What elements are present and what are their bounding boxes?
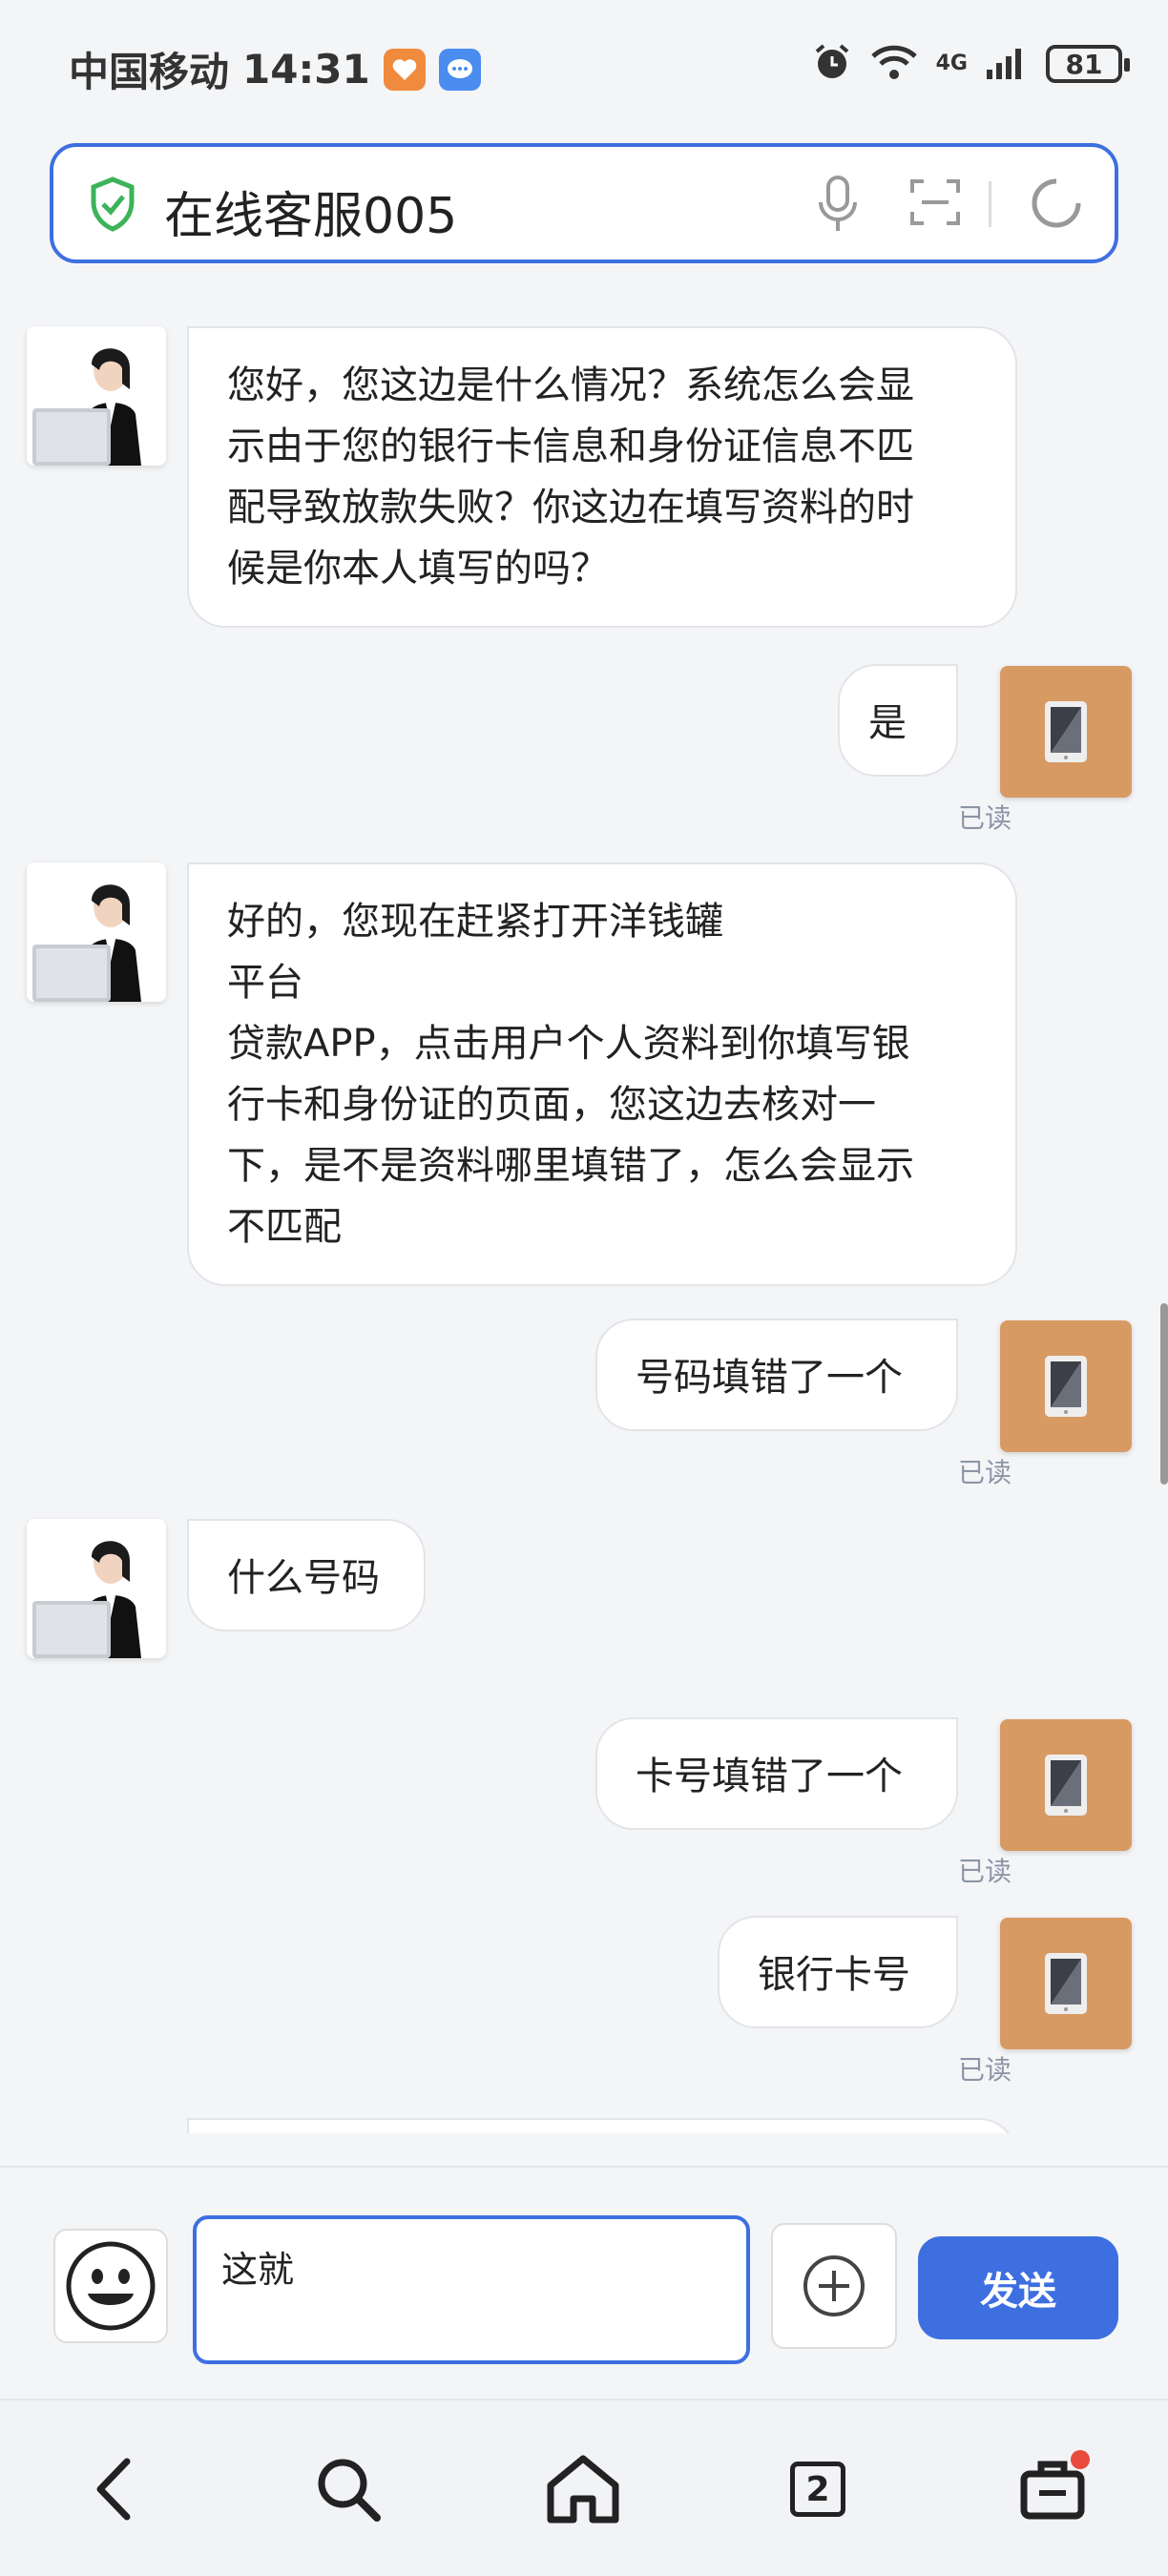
title-bar[interactable]: 在线客服005	[50, 143, 1118, 263]
user-avatar	[1000, 1320, 1132, 1452]
read-status: 已读	[958, 2054, 1012, 2086]
toolbox-button[interactable]	[1010, 2446, 1095, 2532]
agent-avatar	[27, 862, 166, 1002]
agent-message-bubble: 您好，您这边是什么情况？系统怎么会显 示由于您的银行卡信息和身份证信息不匹 配导…	[187, 326, 1017, 628]
status-bar: 中国移动 14:31 4G 81	[0, 0, 1168, 134]
read-status: 已读	[958, 1856, 1012, 1887]
page-title: 在线客服005	[164, 188, 458, 245]
signal-icon	[985, 43, 1029, 85]
agent-avatar	[27, 1519, 166, 1658]
user-avatar	[1000, 666, 1132, 798]
heart-app-icon	[383, 48, 426, 91]
chat-area[interactable]: 您好，您这边是什么情况？系统怎么会显 示由于您的银行卡信息和身份证信息不匹 配导…	[0, 292, 1168, 2133]
tabs-button[interactable]: 2	[775, 2446, 861, 2532]
user-message-bubble: 是	[838, 664, 958, 777]
home-button[interactable]	[540, 2446, 626, 2532]
message-input[interactable]	[193, 2215, 750, 2364]
agent-message-bubble: 什么号码	[187, 1519, 426, 1631]
user-avatar	[1000, 1719, 1132, 1851]
microphone-icon[interactable]	[817, 174, 859, 239]
carrier-name: 中国移动	[69, 49, 230, 95]
add-attachment-button[interactable]	[771, 2223, 897, 2349]
clock-time: 14:31	[242, 46, 370, 93]
divider	[989, 181, 991, 227]
read-status: 已读	[958, 802, 1012, 834]
tab-count: 2	[790, 2462, 845, 2517]
agent-message-bubble: 好的，您现在赶紧打开洋钱罐 平台 贷款APP，点击用户个人资料到你填写银 行卡和…	[187, 862, 1017, 1286]
agent-message-bubble-partial	[187, 2118, 1017, 2133]
notification-dot	[1071, 2450, 1090, 2469]
battery-indicator: 81	[1046, 45, 1130, 83]
read-status: 已读	[958, 1457, 1012, 1488]
back-button[interactable]	[71, 2446, 156, 2532]
bottom-nav: 2	[0, 2399, 1168, 2576]
scrollbar[interactable]	[1160, 1303, 1168, 1485]
search-button[interactable]	[305, 2446, 391, 2532]
refresh-icon[interactable]	[1025, 172, 1088, 239]
status-left: 中国移动 14:31	[69, 40, 481, 98]
scan-icon[interactable]	[908, 176, 962, 233]
message-app-icon	[438, 48, 481, 91]
user-avatar	[1000, 1918, 1132, 2049]
status-right: 4G 81	[812, 42, 1130, 86]
user-message-bubble: 银行卡号	[718, 1916, 958, 2028]
user-message-bubble: 卡号填错了一个	[595, 1717, 958, 1830]
send-button[interactable]: 发送	[918, 2236, 1118, 2339]
alarm-icon	[812, 42, 852, 86]
wifi-icon	[869, 43, 919, 85]
agent-avatar	[27, 326, 166, 466]
emoji-button[interactable]	[53, 2229, 168, 2343]
user-message-bubble: 号码填错了一个	[595, 1319, 958, 1431]
input-bar: 发送	[0, 2166, 1168, 2395]
network-type: 4G	[935, 52, 968, 75]
shield-check-icon	[88, 176, 137, 237]
